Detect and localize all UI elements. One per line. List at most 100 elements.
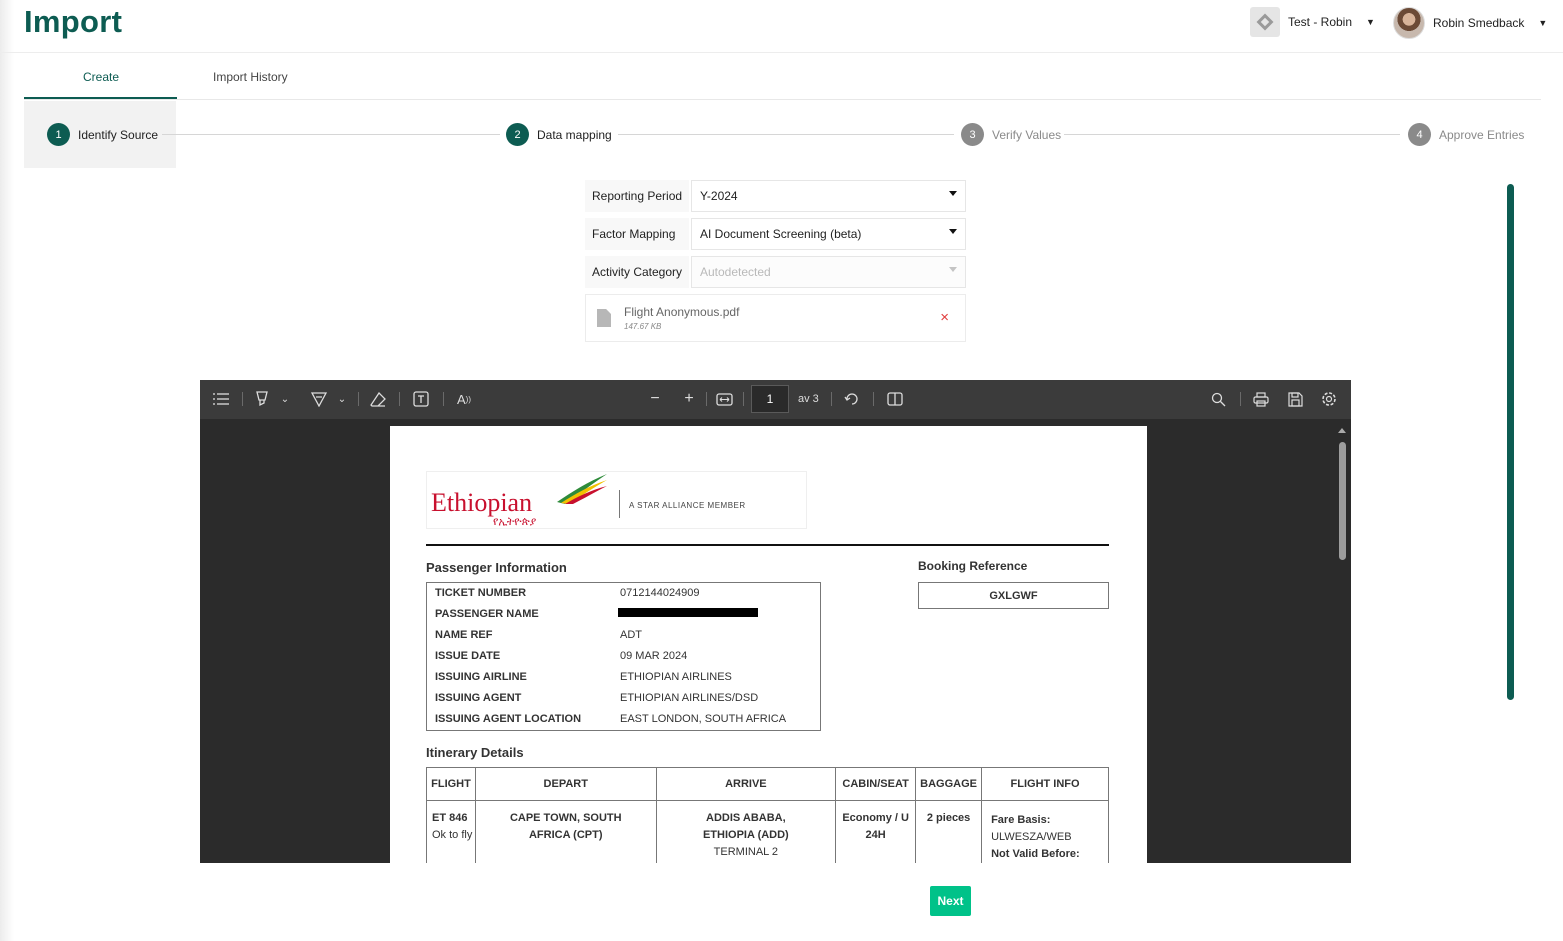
tab-import-history[interactable]: Import History (213, 70, 288, 84)
settings-icon[interactable] (1317, 389, 1341, 409)
depart-line: AFRICA (CPT) (528, 829, 603, 841)
draw-icon[interactable] (307, 389, 331, 409)
next-button[interactable]: Next (930, 886, 971, 916)
airline-logo: Ethiopian የኢትዮጵያ A STAR ALLIANCE MEMBER (426, 471, 807, 529)
reporting-period-select[interactable]: Y-2024 (691, 180, 966, 212)
header-rule (426, 544, 1109, 546)
flight-status: Ok to fly (432, 829, 473, 841)
tab-create[interactable]: Create (83, 70, 119, 84)
info-value: 0712144024909 (620, 587, 700, 599)
booking-ref-value: GXLGWF (918, 582, 1109, 609)
booking-ref-title: Booking Reference (918, 559, 1028, 573)
step-data-mapping[interactable]: 2 Data mapping (506, 123, 612, 146)
column-header: DEPART (474, 767, 657, 801)
step-label: Verify Values (992, 127, 1062, 142)
info-key: ISSUING AGENT (435, 692, 522, 704)
logo-swoosh-icon (557, 474, 607, 504)
info-key: ISSUING AGENT LOCATION (435, 713, 582, 725)
tab-bar: Create Import History (24, 60, 1541, 100)
pdf-viewer: ⌄ ⌄ A)) − + 1 av 3 Ethiopian የኢትዮጵያ A ST… (200, 380, 1351, 863)
chevron-down-icon[interactable]: ⌄ (278, 389, 292, 409)
flight-info-cell: Fare Basis: ULWESZA/WEB Not Valid Before… (981, 800, 1109, 863)
avatar (1393, 7, 1425, 39)
toolbar-separator (443, 392, 444, 406)
cabin-line: 24H (865, 829, 886, 841)
factor-mapping-select[interactable]: AI Document Screening (beta) (691, 218, 966, 250)
info-value: ETHIOPIAN AIRLINES (620, 671, 732, 683)
arrive-cell: ADDIS ABABA, ETHIOPIA (ADD) TERMINAL 2 (655, 800, 837, 863)
cabin-cell: Economy / U 24H (835, 800, 917, 863)
step-number: 4 (1408, 123, 1431, 146)
step-verify-values[interactable]: 3 Verify Values (961, 123, 1061, 146)
table-row: ET 846 Ok to fly CAPE TOWN, SOUTH AFRICA… (426, 800, 1109, 863)
zoom-out-icon[interactable]: − (644, 389, 666, 409)
redacted-name (618, 608, 758, 617)
read-aloud-icon[interactable]: A)) (452, 389, 476, 409)
step-number: 2 (506, 123, 529, 146)
info-key: PASSENGER NAME (435, 608, 539, 620)
uploaded-file: Flight Anonymous.pdf 147.67 KB × (585, 294, 966, 342)
pdf-page: Ethiopian የኢትዮጵያ A STAR ALLIANCE MEMBER … (390, 426, 1147, 863)
reporting-period-label: Reporting Period (585, 180, 689, 212)
logo-name: Ethiopian (431, 488, 533, 517)
tenant-switcher[interactable]: Test - Robin ▼ (1250, 7, 1375, 37)
user-menu[interactable]: Robin Smedback ▼ (1393, 7, 1547, 39)
info-key: TICKET NUMBER (435, 587, 527, 599)
activity-category-select: Autodetected (691, 256, 966, 288)
page-title: Import (24, 4, 123, 39)
step-label: Data mapping (537, 127, 612, 142)
activity-category-label: Activity Category (585, 256, 689, 288)
cabin-line: Economy / U (842, 812, 909, 824)
highlight-icon[interactable] (250, 389, 274, 409)
info-key: NAME REF (435, 629, 493, 641)
text-box-icon[interactable] (409, 389, 433, 409)
tenant-name: Test - Robin (1288, 15, 1353, 29)
search-icon[interactable] (1206, 389, 1230, 409)
step-connector (1064, 134, 1400, 135)
save-icon[interactable] (1283, 389, 1307, 409)
zoom-in-icon[interactable]: + (678, 389, 700, 409)
column-header: FLIGHT INFO (981, 767, 1109, 801)
logo-amharic: የኢትዮጵያ (493, 516, 537, 528)
depart-cell: CAPE TOWN, SOUTH AFRICA (CPT) (474, 800, 657, 863)
flight-info-line: Fare Basis: (991, 814, 1051, 826)
step-approve-entries[interactable]: 4 Approve Entries (1408, 123, 1524, 146)
caret-down-icon (949, 267, 957, 272)
remove-file-icon[interactable]: × (940, 309, 949, 326)
step-label: Identify Source (78, 127, 159, 142)
header-divider (0, 52, 1563, 53)
info-value: EAST LONDON, SOUTH AFRICA (620, 713, 787, 725)
chevron-down-icon[interactable]: ⌄ (335, 389, 349, 409)
left-edge-shadow (0, 0, 14, 941)
page-number-input[interactable]: 1 (751, 385, 789, 413)
list-icon[interactable] (210, 389, 232, 409)
step-identify-source[interactable]: 1 Identify Source (47, 123, 158, 146)
step-connector (162, 134, 500, 135)
page-scrollbar[interactable] (1507, 184, 1514, 700)
eraser-icon[interactable] (366, 389, 390, 409)
two-page-icon[interactable] (883, 389, 907, 409)
pdf-scrollbar[interactable] (1338, 428, 1347, 863)
activity-category-row: Activity Category Autodetected (585, 256, 966, 288)
page-total: av 3 (798, 393, 819, 405)
rotate-icon[interactable] (840, 389, 864, 409)
arrive-terminal: TERMINAL 2 (713, 846, 779, 858)
step-connector (618, 134, 954, 135)
column-header: CABIN/SEAT (835, 767, 917, 801)
fit-width-icon[interactable] (712, 389, 736, 409)
step-number: 3 (961, 123, 984, 146)
activity-category-placeholder: Autodetected (700, 265, 771, 279)
toolbar-separator (706, 392, 707, 406)
print-icon[interactable] (1249, 389, 1273, 409)
logo-tagline: A STAR ALLIANCE MEMBER (629, 501, 746, 510)
itinerary-table: FLIGHT DEPART ARRIVE CABIN/SEAT BAGGAGE … (426, 767, 1109, 863)
pdf-scroll-thumb[interactable] (1339, 442, 1346, 560)
tenant-logo-icon (1250, 7, 1280, 37)
toolbar-separator (873, 392, 874, 406)
toolbar-separator (743, 392, 744, 406)
flight-info-line: Not Valid Before: (991, 848, 1080, 860)
caret-down-icon: ▼ (1538, 18, 1548, 28)
scroll-up-icon[interactable] (1338, 428, 1346, 433)
table-header-row: FLIGHT DEPART ARRIVE CABIN/SEAT BAGGAGE … (426, 767, 1109, 801)
info-key: ISSUE DATE (435, 650, 501, 662)
